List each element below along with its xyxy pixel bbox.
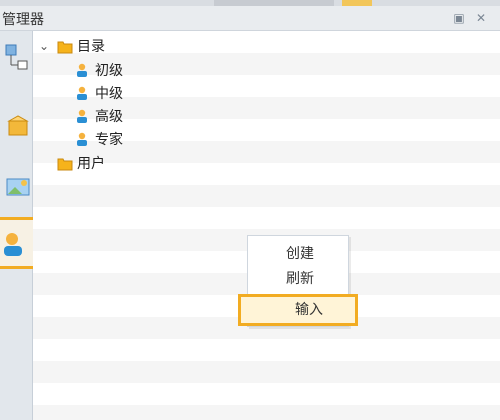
chevron-down-icon[interactable]: ⌄ [37, 39, 51, 53]
panel-title: 管理器 [2, 12, 44, 28]
user-icon [4, 233, 22, 256]
sidebar-item-image[interactable] [2, 171, 30, 199]
tree-node-catalog[interactable]: ⌄ 目录 [37, 35, 105, 57]
user-icon [75, 108, 91, 124]
tree-node-label: 专家 [95, 132, 123, 148]
tree-node-label: 高级 [95, 109, 123, 125]
hierarchy-icon [5, 44, 28, 70]
sidebar-item-hierarchy[interactable] [2, 41, 30, 70]
tree-panel: ⌄ 目录 初级 中级 高级 专家 用户 [33, 31, 500, 420]
folder-icon [57, 155, 73, 171]
package-icon [7, 115, 29, 136]
tree-node-level-intermediate[interactable]: 中级 [75, 82, 123, 104]
context-menu-create[interactable]: 创建 [248, 242, 348, 266]
context-menu-refresh[interactable]: 刷新 [248, 267, 348, 291]
image-export-icon [6, 178, 30, 196]
user-icon [75, 62, 91, 78]
menu-item-label: 刷新 [286, 271, 314, 287]
pin-icon[interactable]: ▣ [452, 11, 466, 25]
tree-node-label: 初级 [95, 63, 123, 79]
tree-node-level-beginner[interactable]: 初级 [75, 59, 123, 81]
sidebar-item-package[interactable] [2, 111, 30, 139]
user-icon [75, 85, 91, 101]
tree-node-level-expert[interactable]: 专家 [75, 128, 123, 150]
folder-icon [57, 38, 73, 54]
sidebar [0, 31, 44, 420]
tree-node-label: 目录 [77, 39, 105, 55]
close-icon[interactable]: ✕ [474, 11, 488, 25]
user-icon [75, 131, 91, 147]
context-menu: 创建 刷新 输入 [238, 235, 358, 327]
context-menu-input[interactable]: 输入 [238, 294, 358, 326]
menu-item-label: 创建 [286, 246, 314, 262]
tree-node-users[interactable]: 用户 [57, 152, 105, 174]
tree-node-level-advanced[interactable]: 高级 [75, 105, 123, 127]
tree-node-label: 中级 [95, 86, 123, 102]
tree-node-label: 用户 [77, 156, 105, 172]
menu-item-label: 输入 [295, 302, 323, 318]
panel-header: 管理器 ▣ ✕ [0, 6, 500, 31]
